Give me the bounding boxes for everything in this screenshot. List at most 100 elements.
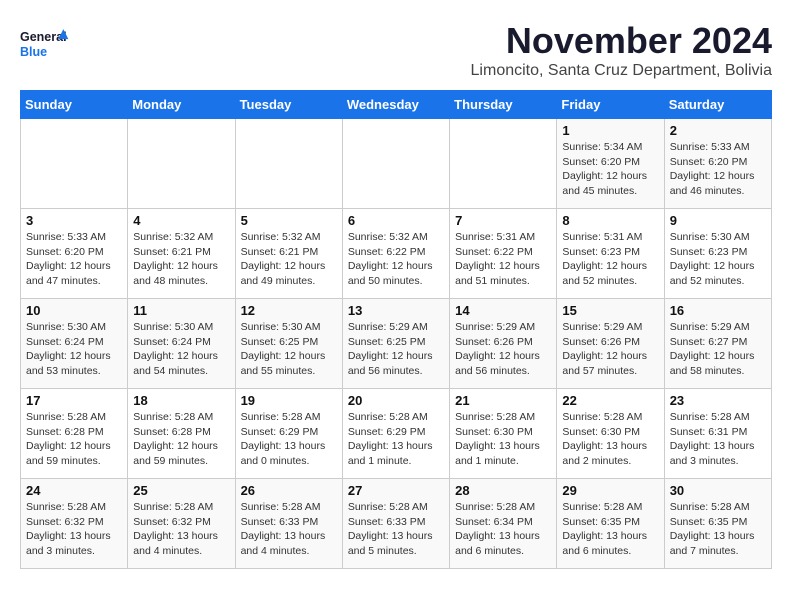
cell-sun-info: Sunrise: 5:28 AM Sunset: 6:33 PM Dayligh… (348, 500, 444, 559)
calendar-cell: 27 Sunrise: 5:28 AM Sunset: 6:33 PM Dayli… (342, 479, 449, 569)
cell-day-number: 20 (348, 393, 444, 408)
location-subtitle: Limoncito, Santa Cruz Department, Bolivi… (471, 62, 772, 80)
cell-sun-info: Sunrise: 5:28 AM Sunset: 6:33 PM Dayligh… (241, 500, 337, 559)
calendar-cell: 16 Sunrise: 5:29 AM Sunset: 6:27 PM Dayli… (664, 299, 771, 389)
calendar-cell: 13Sunrise: 5:29 AM Sunset: 6:25 PM Dayli… (342, 299, 449, 389)
cell-sun-info: Sunrise: 5:34 AM Sunset: 6:20 PM Dayligh… (562, 140, 658, 199)
calendar-table: SundayMondayTuesdayWednesdayThursdayFrid… (20, 90, 772, 569)
cell-sun-info: Sunrise: 5:33 AM Sunset: 6:20 PM Dayligh… (670, 140, 766, 199)
calendar-cell: 23 Sunrise: 5:28 AM Sunset: 6:31 PM Dayli… (664, 389, 771, 479)
cell-sun-info: Sunrise: 5:30 AM Sunset: 6:24 PM Dayligh… (133, 320, 229, 379)
cell-day-number: 26 (241, 483, 337, 498)
cell-sun-info: Sunrise: 5:29 AM Sunset: 6:26 PM Dayligh… (562, 320, 658, 379)
cell-sun-info: Sunrise: 5:30 AM Sunset: 6:25 PM Dayligh… (241, 320, 337, 379)
cell-sun-info: Sunrise: 5:32 AM Sunset: 6:21 PM Dayligh… (241, 230, 337, 289)
weekday-header: Monday (128, 91, 235, 119)
cell-day-number: 9 (670, 213, 766, 228)
weekday-header: Sunday (21, 91, 128, 119)
cell-sun-info: Sunrise: 5:33 AM Sunset: 6:20 PM Dayligh… (26, 230, 122, 289)
cell-sun-info: Sunrise: 5:28 AM Sunset: 6:32 PM Dayligh… (133, 500, 229, 559)
cell-sun-info: Sunrise: 5:28 AM Sunset: 6:32 PM Dayligh… (26, 500, 122, 559)
calendar-cell: 5 Sunrise: 5:32 AM Sunset: 6:21 PM Daylig… (235, 209, 342, 299)
cell-sun-info: Sunrise: 5:32 AM Sunset: 6:22 PM Dayligh… (348, 230, 444, 289)
calendar-cell (342, 119, 449, 209)
cell-day-number: 16 (670, 303, 766, 318)
cell-day-number: 25 (133, 483, 229, 498)
calendar-cell: 3 Sunrise: 5:33 AM Sunset: 6:20 PM Daylig… (21, 209, 128, 299)
cell-day-number: 17 (26, 393, 122, 408)
logo-icon: General Blue (20, 20, 70, 70)
calendar-cell: 21 Sunrise: 5:28 AM Sunset: 6:30 PM Dayli… (450, 389, 557, 479)
cell-sun-info: Sunrise: 5:31 AM Sunset: 6:23 PM Dayligh… (562, 230, 658, 289)
cell-day-number: 6 (348, 213, 444, 228)
cell-day-number: 12 (241, 303, 337, 318)
calendar-cell: 1Sunrise: 5:34 AM Sunset: 6:20 PM Daylig… (557, 119, 664, 209)
page-header: General Blue November 2024 Limoncito, Sa… (20, 20, 772, 80)
cell-day-number: 7 (455, 213, 551, 228)
cell-sun-info: Sunrise: 5:29 AM Sunset: 6:26 PM Dayligh… (455, 320, 551, 379)
cell-sun-info: Sunrise: 5:28 AM Sunset: 6:30 PM Dayligh… (562, 410, 658, 469)
cell-day-number: 3 (26, 213, 122, 228)
calendar-cell: 7 Sunrise: 5:31 AM Sunset: 6:22 PM Daylig… (450, 209, 557, 299)
weekday-header: Wednesday (342, 91, 449, 119)
calendar-week-row: 24 Sunrise: 5:28 AM Sunset: 6:32 PM Dayli… (21, 479, 772, 569)
cell-day-number: 5 (241, 213, 337, 228)
weekday-header: Friday (557, 91, 664, 119)
cell-sun-info: Sunrise: 5:28 AM Sunset: 6:34 PM Dayligh… (455, 500, 551, 559)
calendar-cell (235, 119, 342, 209)
cell-day-number: 24 (26, 483, 122, 498)
cell-sun-info: Sunrise: 5:28 AM Sunset: 6:30 PM Dayligh… (455, 410, 551, 469)
calendar-cell: 14 Sunrise: 5:29 AM Sunset: 6:26 PM Dayli… (450, 299, 557, 389)
cell-day-number: 14 (455, 303, 551, 318)
calendar-cell: 25 Sunrise: 5:28 AM Sunset: 6:32 PM Dayli… (128, 479, 235, 569)
logo: General Blue (20, 20, 70, 70)
calendar-cell: 24 Sunrise: 5:28 AM Sunset: 6:32 PM Dayli… (21, 479, 128, 569)
cell-sun-info: Sunrise: 5:32 AM Sunset: 6:21 PM Dayligh… (133, 230, 229, 289)
cell-sun-info: Sunrise: 5:28 AM Sunset: 6:29 PM Dayligh… (348, 410, 444, 469)
calendar-week-row: 10 Sunrise: 5:30 AM Sunset: 6:24 PM Dayli… (21, 299, 772, 389)
title-area: November 2024 Limoncito, Santa Cruz Depa… (471, 20, 772, 80)
cell-day-number: 15 (562, 303, 658, 318)
calendar-cell: 15 Sunrise: 5:29 AM Sunset: 6:26 PM Dayli… (557, 299, 664, 389)
cell-sun-info: Sunrise: 5:28 AM Sunset: 6:29 PM Dayligh… (241, 410, 337, 469)
calendar-cell (21, 119, 128, 209)
cell-day-number: 11 (133, 303, 229, 318)
cell-sun-info: Sunrise: 5:28 AM Sunset: 6:31 PM Dayligh… (670, 410, 766, 469)
cell-day-number: 18 (133, 393, 229, 408)
calendar-cell: 20 Sunrise: 5:28 AM Sunset: 6:29 PM Dayli… (342, 389, 449, 479)
cell-day-number: 21 (455, 393, 551, 408)
svg-text:Blue: Blue (20, 45, 47, 59)
cell-sun-info: Sunrise: 5:29 AM Sunset: 6:25 PM Dayligh… (348, 320, 444, 379)
calendar-cell: 28 Sunrise: 5:28 AM Sunset: 6:34 PM Dayli… (450, 479, 557, 569)
calendar-cell: 6 Sunrise: 5:32 AM Sunset: 6:22 PM Daylig… (342, 209, 449, 299)
cell-day-number: 23 (670, 393, 766, 408)
cell-sun-info: Sunrise: 5:29 AM Sunset: 6:27 PM Dayligh… (670, 320, 766, 379)
calendar-cell: 26 Sunrise: 5:28 AM Sunset: 6:33 PM Dayli… (235, 479, 342, 569)
calendar-week-row: 17Sunrise: 5:28 AM Sunset: 6:28 PM Dayli… (21, 389, 772, 479)
cell-sun-info: Sunrise: 5:28 AM Sunset: 6:35 PM Dayligh… (562, 500, 658, 559)
cell-day-number: 27 (348, 483, 444, 498)
calendar-cell (128, 119, 235, 209)
cell-day-number: 30 (670, 483, 766, 498)
weekday-header: Thursday (450, 91, 557, 119)
calendar-cell: 9Sunrise: 5:30 AM Sunset: 6:23 PM Daylig… (664, 209, 771, 299)
calendar-header: SundayMondayTuesdayWednesdayThursdayFrid… (21, 91, 772, 119)
cell-day-number: 28 (455, 483, 551, 498)
cell-day-number: 4 (133, 213, 229, 228)
calendar-cell: 22 Sunrise: 5:28 AM Sunset: 6:30 PM Dayli… (557, 389, 664, 479)
calendar-cell: 17Sunrise: 5:28 AM Sunset: 6:28 PM Dayli… (21, 389, 128, 479)
calendar-cell: 11 Sunrise: 5:30 AM Sunset: 6:24 PM Dayli… (128, 299, 235, 389)
cell-day-number: 2 (670, 123, 766, 138)
cell-sun-info: Sunrise: 5:31 AM Sunset: 6:22 PM Dayligh… (455, 230, 551, 289)
cell-day-number: 19 (241, 393, 337, 408)
calendar-week-row: 3 Sunrise: 5:33 AM Sunset: 6:20 PM Daylig… (21, 209, 772, 299)
calendar-cell: 8 Sunrise: 5:31 AM Sunset: 6:23 PM Daylig… (557, 209, 664, 299)
cell-sun-info: Sunrise: 5:30 AM Sunset: 6:24 PM Dayligh… (26, 320, 122, 379)
cell-day-number: 10 (26, 303, 122, 318)
calendar-cell: 29 Sunrise: 5:28 AM Sunset: 6:35 PM Dayli… (557, 479, 664, 569)
calendar-cell: 12 Sunrise: 5:30 AM Sunset: 6:25 PM Dayli… (235, 299, 342, 389)
cell-day-number: 22 (562, 393, 658, 408)
month-title: November 2024 (471, 20, 772, 62)
cell-day-number: 8 (562, 213, 658, 228)
cell-day-number: 29 (562, 483, 658, 498)
